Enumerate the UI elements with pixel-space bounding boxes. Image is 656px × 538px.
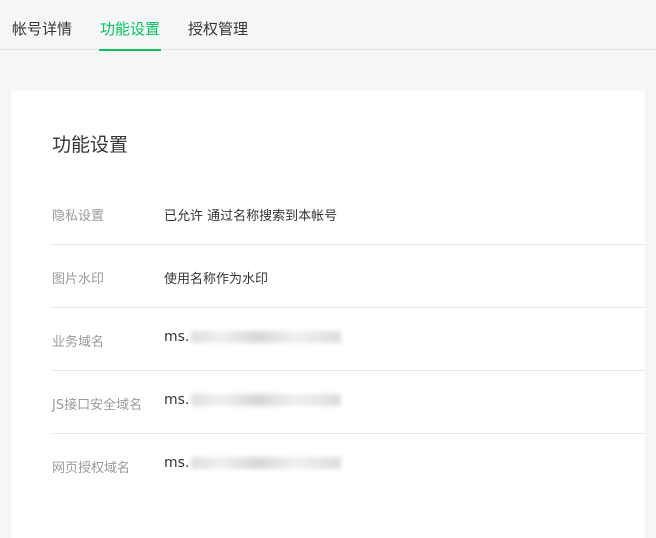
feature-settings-card: 功能设置 隐私设置 已允许 通过名称搜索到本帐号 图片水印 使用名称作为水印 业… [11, 91, 645, 538]
redacted-domain [191, 394, 342, 406]
setting-label: 图片水印 [52, 272, 105, 287]
domain-value: ms. [164, 329, 342, 345]
setting-label: 网页授权域名 [52, 461, 131, 476]
tab-authorization-management[interactable]: 授权管理 [188, 0, 248, 50]
card-title: 功能设置 [52, 134, 129, 156]
setting-row-watermark: 图片水印 使用名称作为水印 [52, 245, 645, 308]
redacted-domain [191, 331, 342, 343]
tab-bar: 帐号详情 功能设置 授权管理 [0, 0, 656, 51]
domain-prefix: ms. [164, 392, 190, 408]
setting-value: 使用名称作为水印 [164, 272, 269, 287]
domain-prefix: ms. [164, 329, 190, 345]
setting-row-privacy: 隐私设置 已允许 通过名称搜索到本帐号 [52, 182, 645, 245]
setting-value: 已允许 通过名称搜索到本帐号 [164, 209, 338, 224]
tab-account-details[interactable]: 帐号详情 [12, 0, 72, 50]
setting-row-js-safe-domain: JS接口安全域名 ms. [52, 371, 645, 434]
setting-label: 隐私设置 [52, 209, 105, 224]
setting-row-web-auth-domain: 网页授权域名 ms. [52, 434, 645, 497]
domain-value: ms. [164, 392, 342, 408]
tab-feature-settings[interactable]: 功能设置 [98, 0, 162, 51]
setting-label: 业务域名 [52, 335, 105, 350]
setting-row-business-domain: 业务域名 ms. [52, 308, 645, 371]
redacted-domain [191, 457, 342, 469]
domain-value: ms. [164, 455, 342, 471]
setting-label: JS接口安全域名 [52, 398, 143, 413]
domain-prefix: ms. [164, 455, 190, 471]
